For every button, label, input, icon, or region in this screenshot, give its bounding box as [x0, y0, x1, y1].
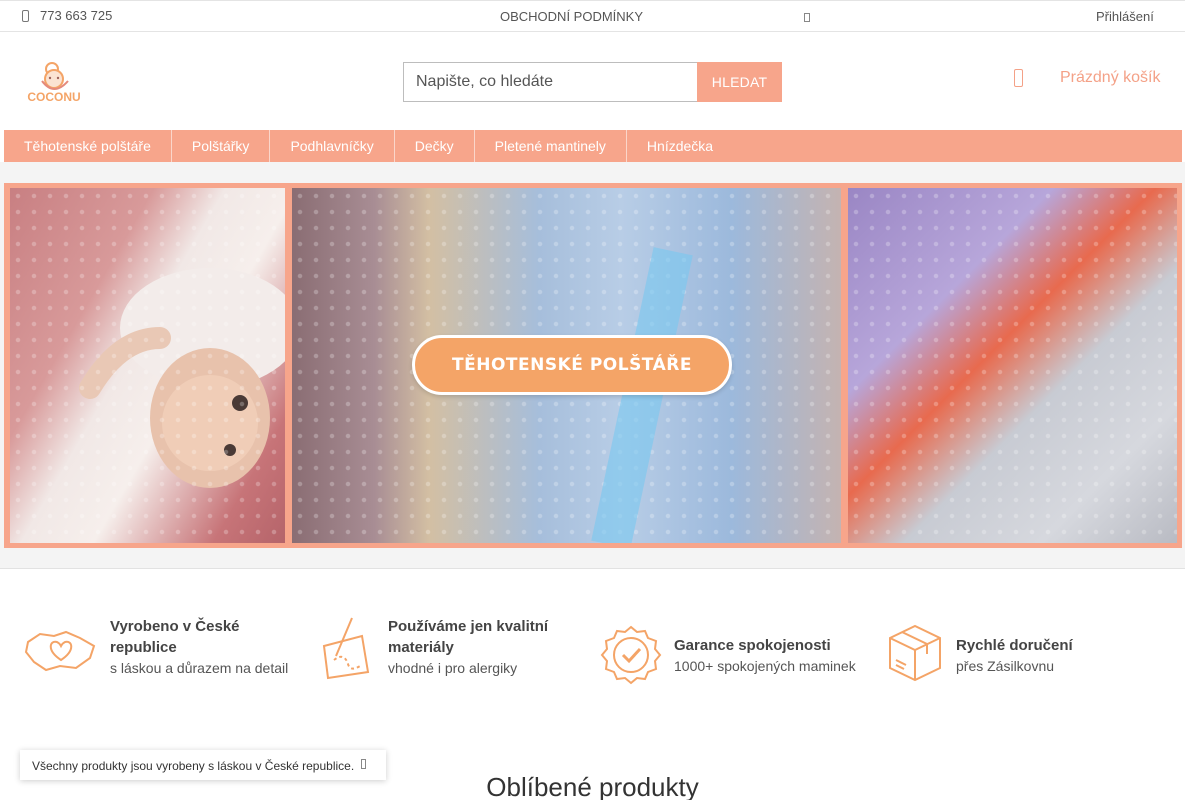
banner-photo-heart-pillows — [848, 188, 1177, 543]
feature-quality-materials: Používáme jen kvalitní materiály vhodné … — [316, 616, 563, 680]
svg-text:COCONU: COCONU — [27, 90, 80, 103]
nav-item-hnizdecka[interactable]: Hnízdečka — [627, 130, 733, 162]
feature-fast-delivery: Rychlé doručení přes Zásilkovnu — [886, 616, 1073, 684]
fabric-needle-icon — [322, 617, 370, 680]
phone-link[interactable]: 773 663 725 — [22, 8, 112, 23]
nav-item-decky[interactable]: Dečky — [395, 130, 475, 162]
feature-subtitle: vhodné i pro alergiky — [388, 660, 518, 676]
feature-satisfaction: Garance spokojenosti 1000+ spokojených m… — [600, 616, 856, 686]
dropdown-icon[interactable] — [804, 13, 810, 22]
close-icon[interactable] — [361, 759, 366, 769]
feature-title: Používáme jen kvalitní materiály — [388, 618, 549, 656]
popular-products-title: Oblíbené produkty — [486, 772, 699, 800]
features: Vyrobeno v České republice s láskou a dů… — [0, 600, 1185, 710]
banner-photo-baby — [10, 188, 285, 543]
feature-subtitle: 1000+ spokojených maminek — [674, 658, 856, 674]
feature-title: Garance spokojenosti — [674, 637, 831, 654]
cart-label: Prázdný košík — [1060, 69, 1161, 86]
search-input[interactable] — [403, 62, 697, 102]
package-box-icon — [889, 624, 941, 682]
search-form: HLEDAT — [403, 62, 782, 102]
cart-icon — [1014, 69, 1023, 87]
logo[interactable]: COCONU — [22, 57, 86, 104]
phone-number: 773 663 725 — [40, 8, 113, 23]
feature-subtitle: s láskou a důrazem na detail — [110, 660, 289, 676]
login-link[interactable]: Přihlášení — [1096, 9, 1154, 24]
banner-section: TĚHOTENSKÉ POLŠTÁŘE — [0, 162, 1185, 569]
hero-banner[interactable]: TĚHOTENSKÉ POLŠTÁŘE — [4, 183, 1182, 548]
feature-made-in-cz: Vyrobeno v České republice s láskou a dů… — [24, 616, 288, 678]
czech-map-heart-icon — [24, 630, 96, 672]
feature-subtitle: přes Zásilkovnu — [956, 658, 1055, 674]
nav-item-polstarky[interactable]: Polštářky — [172, 130, 271, 162]
banner-cta-button[interactable]: TĚHOTENSKÉ POLŠTÁŘE — [412, 335, 732, 395]
nav-item-podhlavnicky[interactable]: Podhlavníčky — [270, 130, 395, 162]
feature-title: Rychlé doručení — [956, 637, 1073, 654]
notice-text: Všechny produkty jsou vyrobeny s láskou … — [32, 759, 355, 773]
phone-icon — [22, 9, 29, 22]
nav-item-pletene-mantinely[interactable]: Pletené mantinely — [475, 130, 627, 162]
check-badge-icon — [600, 625, 662, 685]
terms-link[interactable]: OBCHODNÍ PODMÍNKY — [500, 9, 643, 24]
top-bar: 773 663 725 OBCHODNÍ PODMÍNKY Přihlášení — [0, 0, 1185, 32]
feature-title: Vyrobeno v České republice — [110, 618, 240, 656]
cart[interactable]: Prázdný košík — [1014, 69, 1160, 87]
main-nav: Těhotenské polštáře Polštářky Podhlavníč… — [4, 130, 1182, 162]
header: COCONU HLEDAT Prázdný košík — [0, 33, 1185, 129]
search-button[interactable]: HLEDAT — [697, 62, 782, 102]
page: 773 663 725 OBCHODNÍ PODMÍNKY Přihlášení… — [0, 0, 1200, 800]
nav-item-tehotenske-polstare[interactable]: Těhotenské polštáře — [4, 130, 172, 162]
